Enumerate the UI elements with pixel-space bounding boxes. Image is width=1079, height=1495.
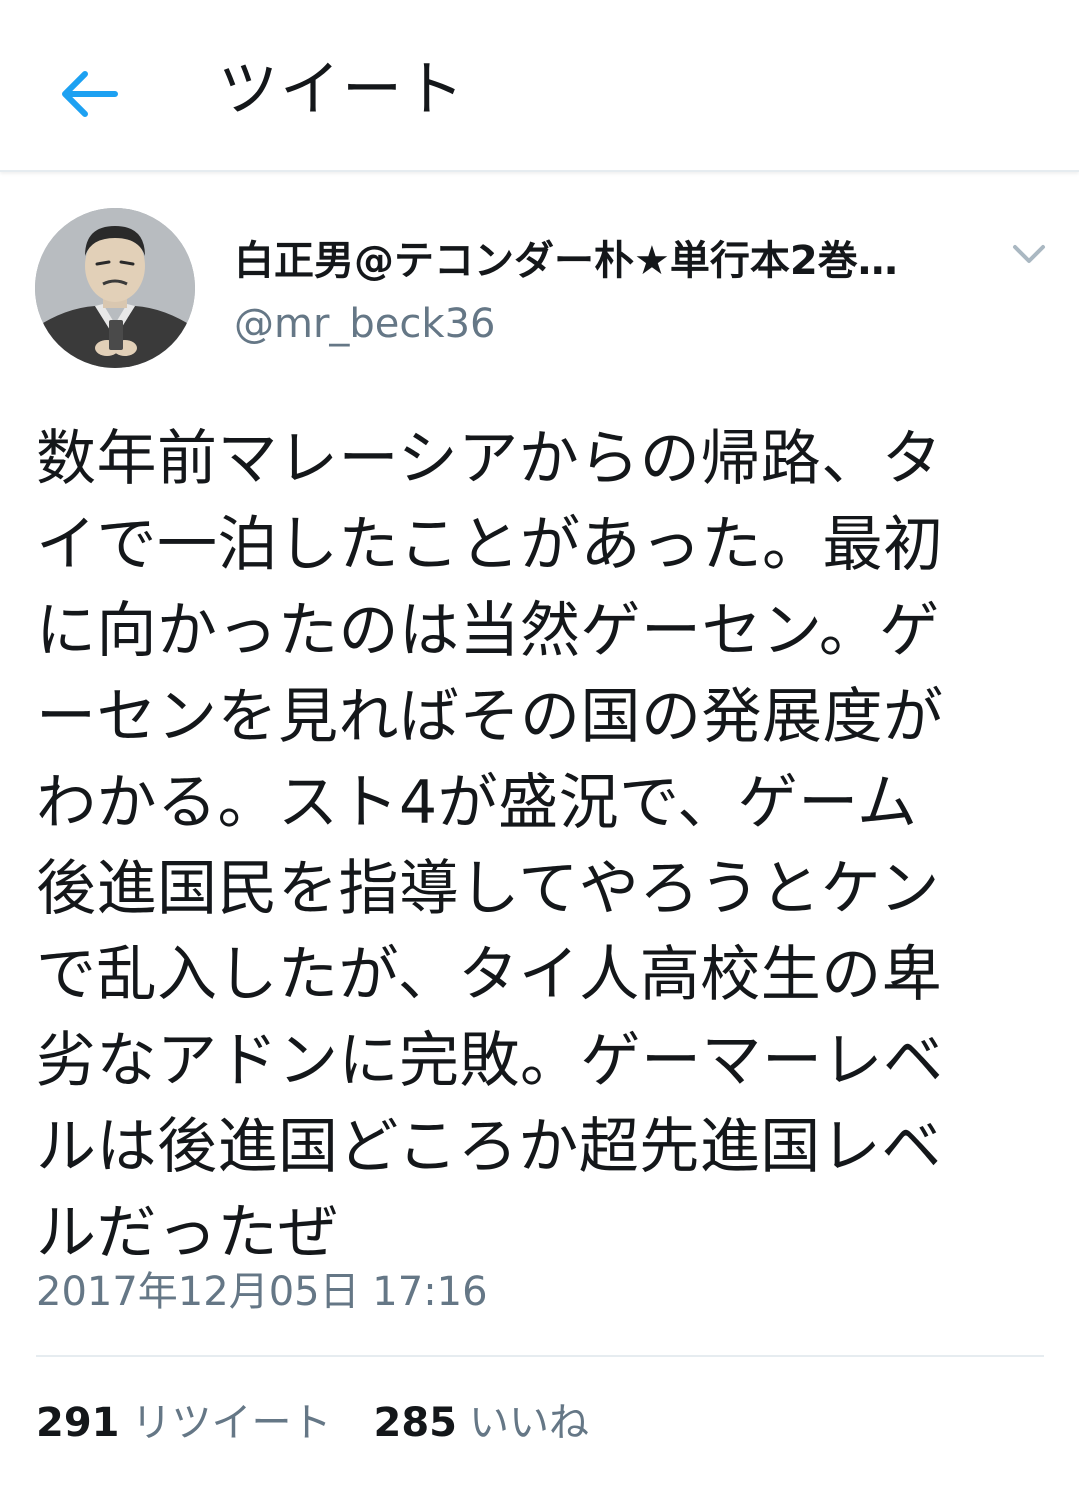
tweet-text-line: イで一泊したことがあった。最初 (36, 510, 944, 580)
author-display-name[interactable]: 白正男@テコンダー朴★単行本2巻… (234, 230, 994, 292)
tweet-timestamp: 2017年12月05日 17:16 (36, 1269, 488, 1315)
chevron-down-icon (1013, 245, 1045, 263)
tweet-stats: 291 リツイート 285 いいね (36, 1392, 589, 1454)
retweet-label[interactable]: リツイート (132, 1392, 332, 1454)
page-title: ツイート (218, 55, 466, 125)
tweet-menu-button[interactable] (1004, 232, 1054, 276)
tweet-text-line: ーセンを見ればその国の発展度が (36, 682, 944, 752)
tweet-text-line: わかる。スト4が盛況で、ゲーム (36, 768, 918, 838)
tweet-text-line: 劣なアドンに完敗。ゲーマーレベ (36, 1026, 944, 1096)
user-avatar-image (35, 208, 195, 368)
tweet-text-line: ルは後進国どころか超先進国レベ (36, 1112, 942, 1182)
tweet-text: 数年前マレーシアからの帰路、タ イで一泊したことがあった。最初 に向かったのは当… (36, 416, 1036, 1276)
back-button[interactable] (50, 58, 126, 130)
tweet-text-line: で乱入したが、タイ人高校生の卑 (36, 940, 943, 1010)
avatar[interactable] (35, 208, 195, 368)
tweet-text-line: に向かったのは当然ゲーセン。ゲ (36, 596, 940, 666)
retweet-count[interactable]: 291 (36, 1392, 120, 1454)
arrow-left-icon (62, 71, 118, 117)
author-handle[interactable]: @mr_beck36 (234, 294, 495, 354)
tweet-text-line: 数年前マレーシアからの帰路、タ (36, 424, 943, 494)
like-count[interactable]: 285 (374, 1392, 458, 1454)
divider (36, 1355, 1044, 1357)
top-app-bar: ツイート (0, 0, 1079, 172)
tweet-text-line: 後進国民を指導してやろうとケン (36, 854, 940, 924)
like-label[interactable]: いいね (469, 1392, 589, 1454)
